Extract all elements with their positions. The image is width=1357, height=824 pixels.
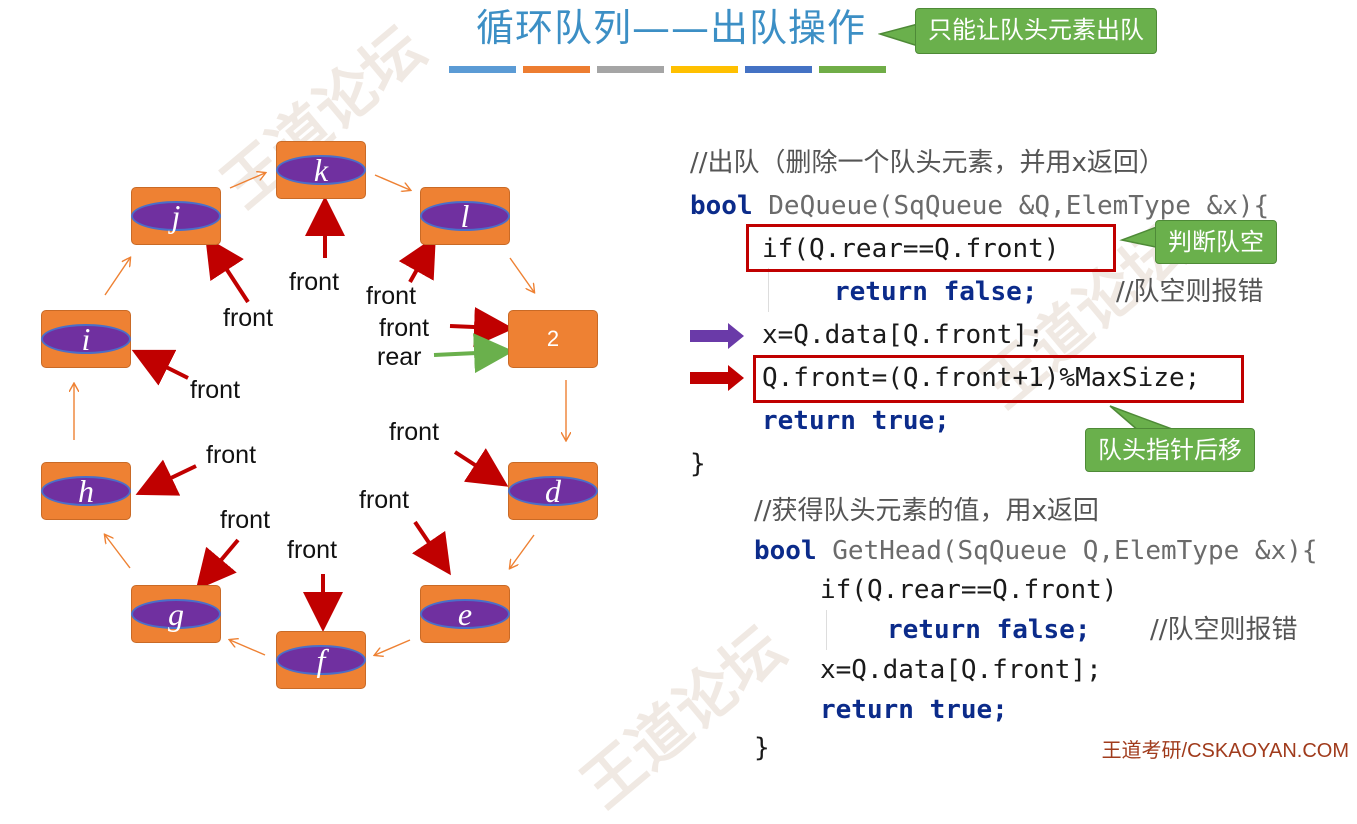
footer-brand: 王道考研/CSKAOYAN.COM bbox=[1101, 740, 1349, 762]
gethead-close: } bbox=[754, 733, 770, 763]
gethead-if: if(Q.rear==Q.front) bbox=[820, 575, 1118, 605]
front-arrow-to-g bbox=[195, 538, 240, 591]
ring-arrow-f-g bbox=[230, 640, 266, 656]
title-underline-segment bbox=[745, 66, 812, 73]
move-pointer-callout: 队头指针后移 bbox=[1085, 428, 1255, 472]
rear-label-2: rear bbox=[377, 343, 422, 371]
front-arrow-to-e bbox=[411, 520, 451, 576]
dequeue-signature: bool DeQueue(SqQueue &Q,ElemType &x){ bbox=[690, 189, 1269, 223]
code-indent-guide bbox=[768, 268, 769, 312]
node-2: 2 bbox=[508, 310, 598, 368]
code-token: bool bbox=[754, 536, 817, 566]
node-j: j bbox=[131, 187, 221, 245]
red-arrow-icon bbox=[690, 365, 744, 391]
gethead-return-false: return false; bbox=[887, 615, 1091, 645]
ring-arrow-i-j bbox=[104, 258, 130, 296]
gethead-return-false-comment: //队空则报错 bbox=[1150, 615, 1298, 645]
front-arrow-to-h bbox=[135, 459, 197, 496]
ring-arrow-j-k bbox=[229, 173, 265, 189]
gethead-comment: //获得队头元素的值，用x返回 bbox=[754, 496, 1099, 526]
front-label-2: front bbox=[379, 314, 430, 342]
ring-arrow-g-h bbox=[105, 535, 131, 569]
ring-arrow-e-f bbox=[375, 639, 411, 655]
code-indent-guide-2 bbox=[826, 610, 827, 650]
highlight-if-empty bbox=[746, 224, 1116, 272]
front-label-i: front bbox=[190, 376, 241, 404]
code-token: bool bbox=[690, 191, 753, 221]
highlight-move-front bbox=[753, 355, 1244, 403]
dequeue-assign: x=Q.data[Q.front]; bbox=[762, 320, 1044, 350]
front-label-e: front bbox=[359, 486, 410, 514]
front-arrow-to-d bbox=[453, 448, 509, 487]
dequeue-comment: //出队（删除一个队头元素，并用x返回） bbox=[690, 148, 1165, 178]
title-callout-tail bbox=[878, 23, 919, 48]
node-k: k bbox=[276, 141, 366, 199]
front-label-k: front bbox=[289, 268, 340, 296]
node-h: h bbox=[41, 462, 131, 520]
ring-arrow-l-2 bbox=[509, 257, 534, 292]
code-token: DeQueue(SqQueue &Q,ElemType &x){ bbox=[768, 191, 1270, 221]
front-arrow-to-2 bbox=[449, 307, 514, 347]
front-label-h: front bbox=[206, 441, 257, 469]
dequeue-close: } bbox=[690, 449, 706, 479]
front-arrow-to-i bbox=[131, 349, 189, 386]
gethead-return-true: return true; bbox=[820, 695, 1008, 725]
title-underline-segment bbox=[819, 66, 886, 73]
front-arrow-to-l bbox=[398, 236, 436, 283]
node-e: e bbox=[420, 585, 510, 643]
node-l: l bbox=[420, 187, 510, 245]
title-underline-segment bbox=[671, 66, 738, 73]
node-d: d bbox=[508, 462, 598, 520]
front-label-g: front bbox=[220, 506, 271, 534]
rear-arrow-to-2 bbox=[433, 333, 514, 374]
ring-arrow-k-l bbox=[374, 174, 410, 190]
front-label-l: front bbox=[366, 282, 417, 310]
dequeue-return-false-comment: //队空则报错 bbox=[1116, 277, 1264, 307]
node-f: f bbox=[276, 631, 366, 689]
front-label-f: front bbox=[287, 536, 338, 564]
front-arrow-to-j bbox=[205, 236, 250, 304]
gethead-assign: x=Q.data[Q.front]; bbox=[820, 655, 1102, 685]
front-label-d: front bbox=[389, 418, 440, 446]
check-empty-callout: 判断队空 bbox=[1155, 220, 1277, 264]
node-i: i bbox=[41, 310, 131, 368]
dequeue-return-false: return false; bbox=[834, 277, 1038, 307]
code-token: GetHead(SqQueue Q,ElemType &x){ bbox=[832, 536, 1318, 566]
front-label-j: front bbox=[223, 304, 274, 332]
title-callout: 只能让队头元素出队 bbox=[915, 8, 1157, 54]
node-g: g bbox=[131, 585, 221, 643]
dequeue-return-true: return true; bbox=[762, 406, 950, 436]
purple-arrow-icon bbox=[690, 323, 744, 349]
gethead-signature: bool GetHead(SqQueue Q,ElemType &x){ bbox=[754, 534, 1318, 568]
ring-arrow-d-e bbox=[510, 534, 535, 568]
